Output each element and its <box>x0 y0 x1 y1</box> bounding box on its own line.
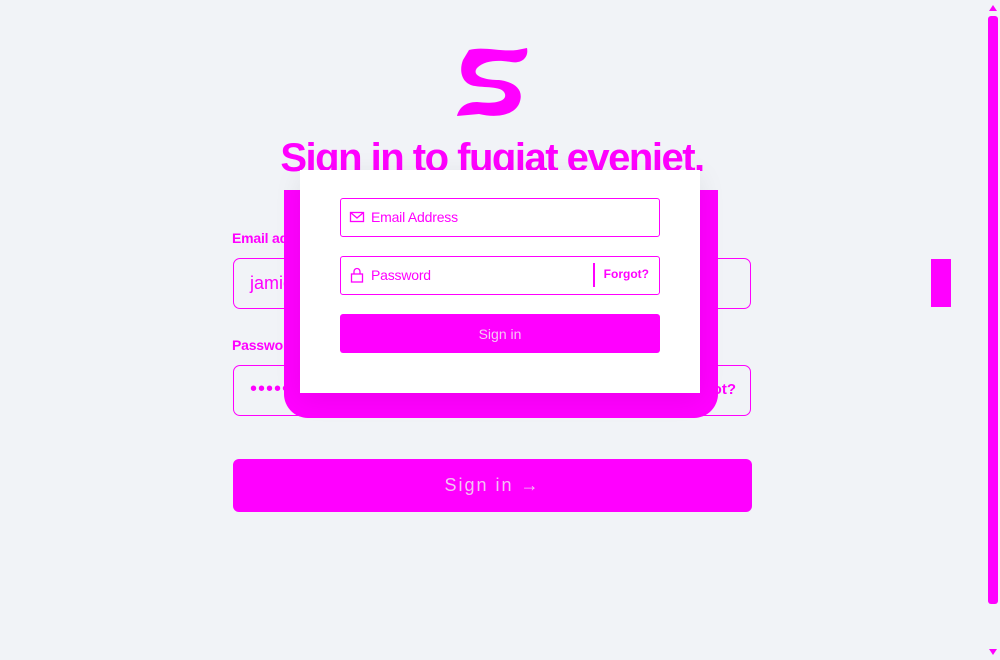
envelope-icon <box>349 211 365 223</box>
card-forgot-link[interactable]: Forgot? <box>604 267 649 281</box>
card-email-input[interactable]: Email Address <box>340 198 660 237</box>
brand-s-logo-icon <box>457 48 528 116</box>
card-password-placeholder: Password <box>371 267 431 283</box>
overlay-sign-in-card: Email Address Password Forgot? Sign in <box>300 170 700 393</box>
scrollbar-thumb[interactable] <box>988 16 998 604</box>
card-divider <box>593 263 595 287</box>
card-email-placeholder: Email Address <box>371 209 458 225</box>
card-password-input[interactable]: Password Forgot? <box>340 256 660 295</box>
card-sign-in-button[interactable]: Sign in <box>340 314 660 353</box>
input-accent-block <box>931 259 951 307</box>
scroll-up-arrow-icon[interactable] <box>988 4 998 12</box>
sign-in-button[interactable]: Sign in → <box>233 459 752 512</box>
lock-icon <box>350 267 364 283</box>
scroll-down-arrow-icon[interactable] <box>988 648 998 656</box>
login-page: Sign in to fugiat eveniet. Email address… <box>0 0 1000 660</box>
